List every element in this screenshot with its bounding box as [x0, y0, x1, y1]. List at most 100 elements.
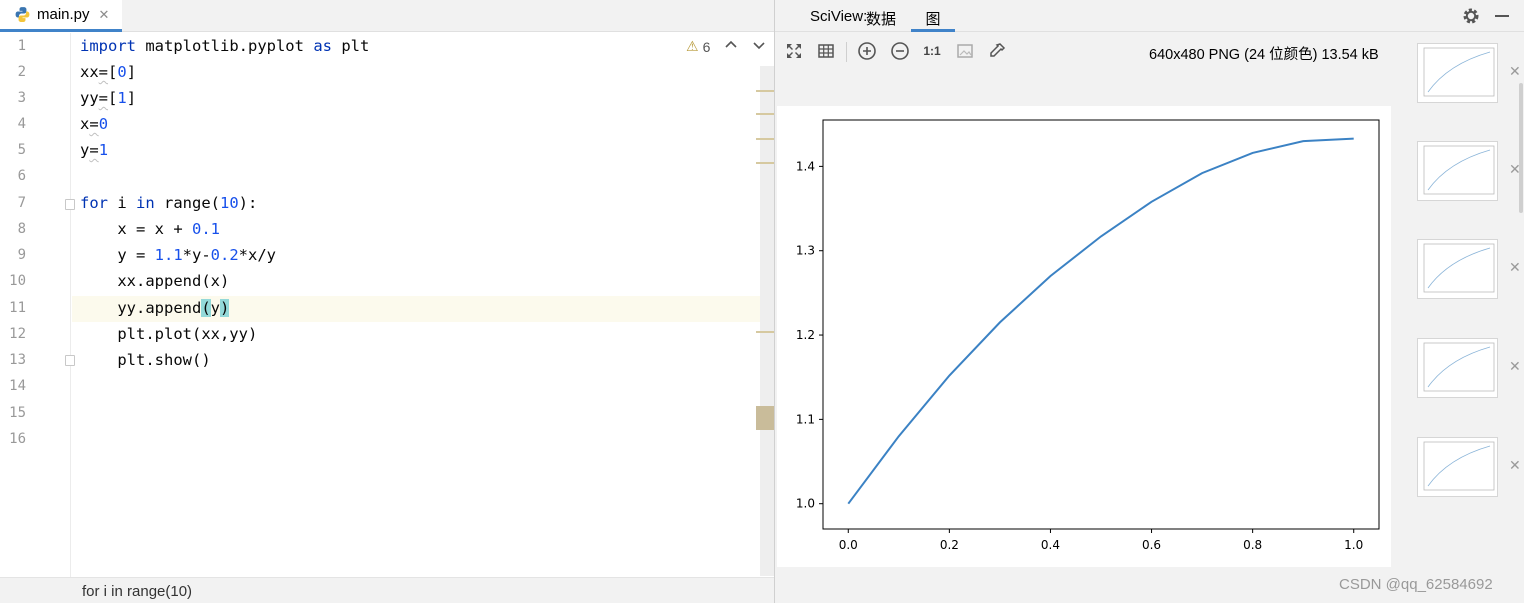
fit-zoom-button[interactable] — [784, 41, 804, 61]
minimize-icon[interactable] — [1495, 15, 1509, 17]
sciview-header: SciView: 数据 图 — [775, 0, 1524, 32]
tab-plots[interactable]: 图 — [911, 0, 955, 32]
grid-icon — [818, 44, 834, 58]
y-tick-label: 1.2 — [796, 328, 815, 342]
close-thumbnail-icon[interactable]: ✕ — [1509, 63, 1521, 80]
plot-thumbnail[interactable] — [1417, 141, 1498, 201]
previous-highlight-icon[interactable] — [724, 38, 738, 52]
fit-to-window-icon — [787, 44, 801, 58]
plot-thumbnail[interactable] — [1417, 239, 1498, 299]
editor-tab-bar: main.py ✕ — [0, 0, 774, 32]
x-tick-label: 0.8 — [1243, 538, 1262, 552]
zoom-in-icon — [858, 42, 876, 60]
warning-stripe[interactable] — [756, 331, 774, 333]
code-line-10: xx.append(x) — [80, 272, 230, 290]
line-number: 2 — [17, 64, 26, 80]
code-line-2: xx=[0] — [80, 63, 137, 81]
plot-thumbnail[interactable] — [1417, 437, 1498, 497]
y-tick-label: 1.4 — [796, 159, 815, 173]
zoom-out-icon — [891, 42, 909, 60]
line-number: 10 — [9, 273, 26, 289]
thumbnail-preview — [1423, 145, 1495, 195]
line-number: 9 — [17, 247, 26, 263]
editor-scrollbar[interactable] — [760, 66, 774, 576]
code-line-7: for i in range(10): — [80, 194, 258, 212]
line-number: 6 — [17, 168, 26, 184]
thumbnail-preview — [1423, 342, 1495, 392]
x-tick-label: 0.4 — [1041, 538, 1060, 552]
line-number: 14 — [9, 378, 26, 394]
sciview-pane: SciView: 数据 图 1:1 640x480 PNG (24 位颜色) 1… — [775, 0, 1524, 603]
file-tab-main-py[interactable]: main.py ✕ — [0, 0, 122, 32]
x-tick-label: 0.0 — [839, 538, 858, 552]
code-line-11: yy.append(y) — [80, 299, 230, 317]
warning-icon: ⚠ — [686, 38, 699, 54]
background-button[interactable] — [955, 41, 975, 61]
plot-canvas[interactable]: 0.0 0.2 0.4 0.6 0.8 1.0 1.0 1.1 1.2 1.3 1.4 — [777, 106, 1391, 567]
code-line-4: x=0 — [80, 115, 109, 133]
gear-icon[interactable] — [1461, 6, 1481, 26]
editor-pane: main.py ✕ 1 2 3 4 5 6 7 8 9 10 11 12 13 … — [0, 0, 774, 603]
line-number: 7 — [17, 195, 26, 211]
code-line-13: plt.show() — [80, 351, 211, 369]
line-number-gutter[interactable]: 1 2 3 4 5 6 7 8 9 10 11 12 13 14 15 16 — [0, 33, 75, 577]
scrollbar-caret-marker[interactable] — [756, 406, 774, 430]
y-tick-label: 1.3 — [796, 244, 815, 258]
zoom-out-button[interactable] — [890, 41, 910, 61]
line-number: 12 — [9, 326, 26, 342]
y-tick-label: 1.0 — [796, 497, 815, 511]
code-line-5: y=1 — [80, 141, 109, 159]
breadcrumb-bar: for i in range(10) — [0, 577, 774, 603]
thumbnail-preview — [1423, 441, 1495, 491]
warning-count: 6 — [702, 38, 711, 55]
actual-size-label: 1:1 — [923, 44, 941, 58]
thumbnail-scrollbar[interactable] — [1519, 83, 1523, 213]
code-line-12: plt.plot(xx,yy) — [80, 325, 258, 343]
line-number: 4 — [17, 116, 26, 132]
line-number: 1 — [17, 38, 26, 54]
code-line-1: import matplotlib.pyplot as plt — [80, 37, 370, 55]
x-tick-label: 0.6 — [1142, 538, 1161, 552]
inspection-widget[interactable]: ⚠ 6 — [686, 38, 710, 55]
line-number: 15 — [9, 405, 26, 421]
close-thumbnail-icon[interactable]: ✕ — [1509, 259, 1521, 276]
series-line — [847, 137, 1354, 505]
line-number: 13 — [9, 352, 26, 368]
line-number: 11 — [9, 300, 26, 316]
close-thumbnail-icon[interactable]: ✕ — [1509, 457, 1521, 474]
line-number: 16 — [9, 431, 26, 447]
x-tick-label: 0.2 — [940, 538, 959, 552]
next-highlight-icon[interactable] — [752, 38, 766, 52]
plot-thumbnail[interactable] — [1417, 338, 1498, 398]
plot-thumbnail[interactable] — [1417, 43, 1498, 103]
line-number: 5 — [17, 142, 26, 158]
breadcrumb[interactable]: for i in range(10) — [82, 583, 192, 600]
line-number: 3 — [17, 90, 26, 106]
code-line-8: x = x + 0.1 — [80, 220, 220, 238]
zoom-in-button[interactable] — [857, 41, 877, 61]
y-tick-label: 1.1 — [796, 412, 815, 426]
watermark: CSDN @qq_62584692 — [1339, 576, 1493, 593]
code-line-9: y = 1.1*y-0.2*x/y — [80, 246, 276, 264]
line-chart: 0.0 0.2 0.4 0.6 0.8 1.0 1.0 1.1 1.2 1.3 1.4 — [796, 119, 1380, 552]
axes-frame — [822, 119, 1380, 530]
warning-stripe[interactable] — [756, 138, 774, 140]
actual-size-button[interactable]: 1:1 — [921, 41, 943, 61]
grid-toggle-button[interactable] — [816, 41, 836, 61]
warning-stripe[interactable] — [756, 162, 774, 164]
color-picker-button[interactable] — [987, 41, 1007, 61]
warning-stripe[interactable] — [756, 90, 774, 92]
image-info: 640x480 PNG (24 位颜色) 13.54 kB — [1149, 47, 1379, 63]
close-thumbnail-icon[interactable]: ✕ — [1509, 358, 1521, 375]
eyedropper-icon — [990, 43, 1006, 57]
code-editor[interactable]: import matplotlib.pyplot as plt xx=[0] y… — [72, 33, 760, 577]
sciview-title: SciView: — [810, 8, 868, 25]
thumbnail-preview — [1423, 243, 1495, 293]
tab-data[interactable]: 数据 — [866, 8, 896, 29]
thumbnail-preview — [1423, 47, 1495, 97]
file-tab-label: main.py — [37, 6, 90, 23]
warning-stripe[interactable] — [756, 113, 774, 115]
background-icon — [957, 44, 973, 58]
code-line-3: yy=[1] — [80, 89, 137, 107]
close-tab-icon[interactable]: ✕ — [99, 7, 110, 23]
